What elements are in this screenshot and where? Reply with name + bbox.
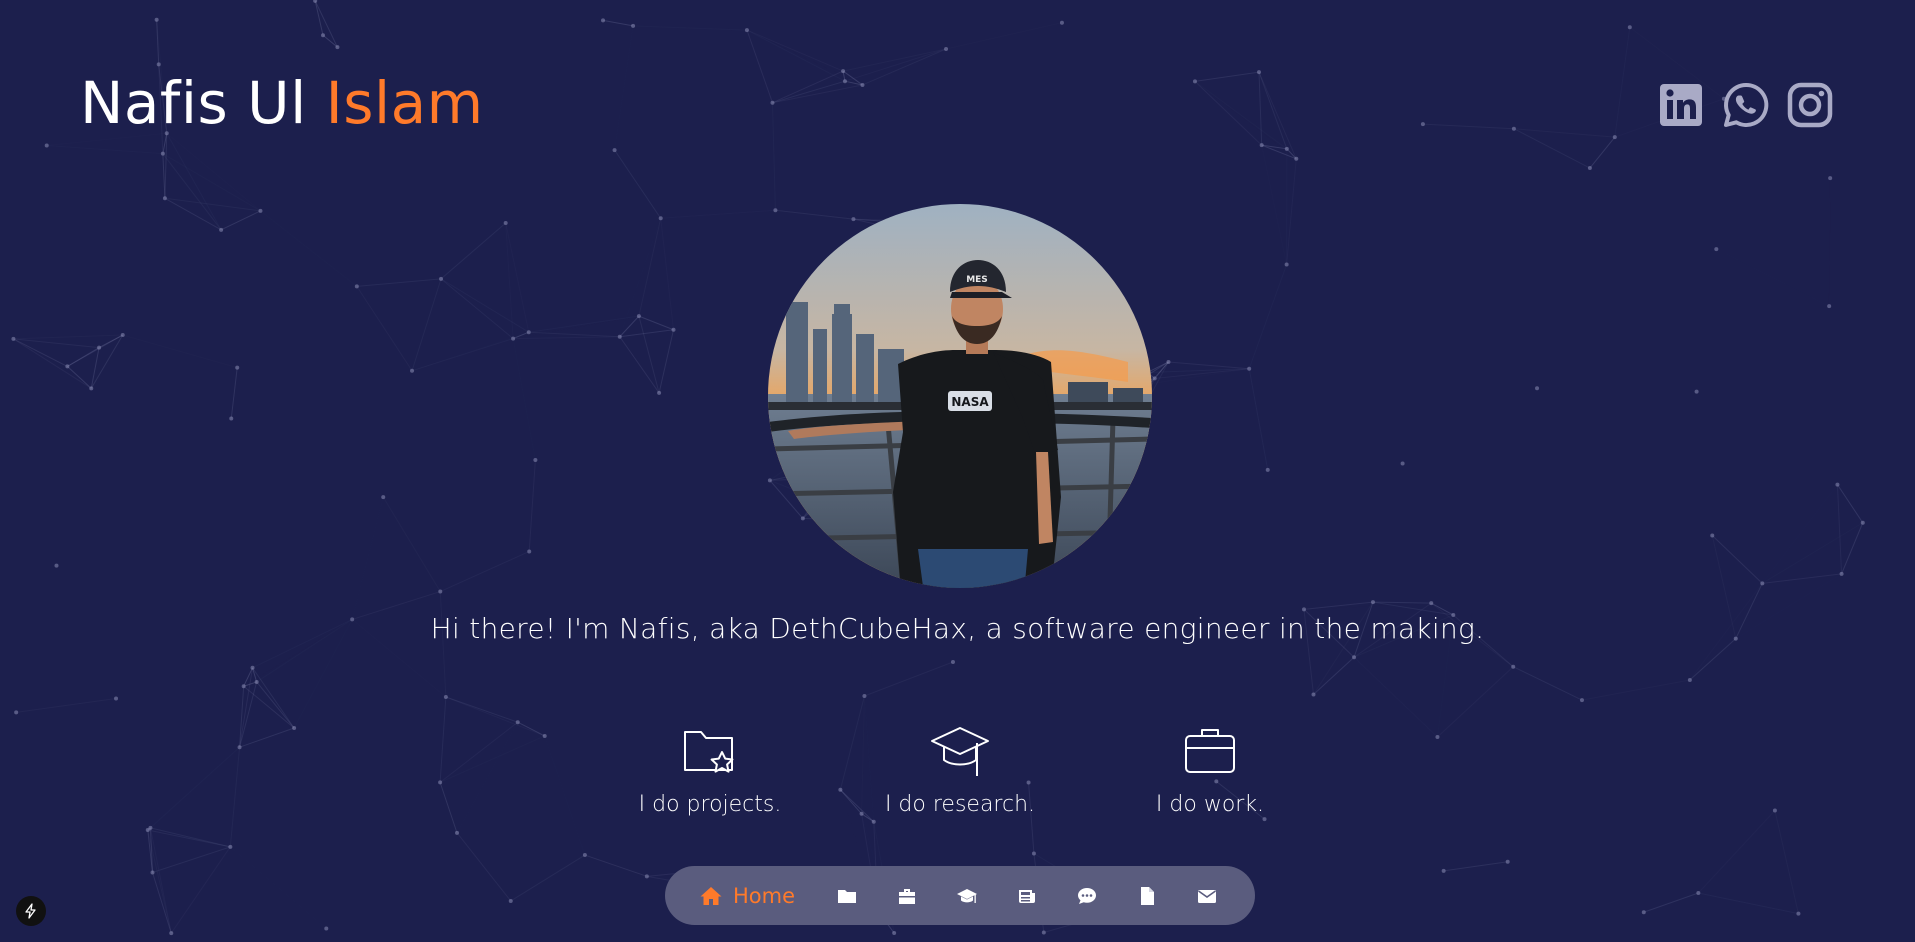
newspaper-icon: [1019, 889, 1036, 903]
intro-text: Hi there! I'm Nafis, aka DethCubeHax, a …: [430, 612, 1485, 645]
envelope-icon: [1198, 889, 1217, 903]
nav-home[interactable]: Home: [699, 884, 795, 908]
linkedin-link[interactable]: [1657, 80, 1707, 130]
feature-label: I do projects.: [638, 792, 782, 817]
instagram-link[interactable]: [1785, 80, 1835, 130]
title-first-name: Nafis Ul: [80, 69, 307, 137]
feature-research[interactable]: I do research.: [860, 722, 1060, 817]
home-icon: [700, 886, 722, 905]
title-last-name: Islam: [325, 69, 484, 137]
instagram-icon: [1787, 82, 1833, 128]
graduation-cap-icon: [931, 727, 989, 776]
feature-work[interactable]: I do work.: [1110, 722, 1310, 817]
file-icon: [1141, 886, 1155, 905]
whatsapp-icon: [1724, 82, 1769, 127]
bottom-nav: Home: [665, 866, 1255, 925]
site-title[interactable]: Nafis Ul Islam: [80, 74, 484, 132]
cap-text: MES: [966, 275, 988, 285]
nav-testimonials[interactable]: [1057, 876, 1117, 916]
nav-resume[interactable]: [1117, 876, 1177, 916]
feature-projects[interactable]: I do projects.: [610, 722, 810, 817]
nav-research[interactable]: [937, 876, 997, 916]
dev-tools-button[interactable]: [16, 896, 46, 926]
briefcase-icon: [1185, 729, 1235, 773]
social-links: [1657, 80, 1835, 130]
whatsapp-link[interactable]: [1721, 80, 1771, 130]
folder-star-icon: [684, 731, 734, 773]
nav-work[interactable]: [877, 876, 937, 916]
nav-home-label: Home: [733, 883, 796, 908]
comment-icon: [1078, 887, 1097, 904]
feature-label: I do research.: [884, 792, 1036, 817]
nav-contact[interactable]: [1177, 876, 1237, 916]
graduation-cap-icon: [957, 888, 978, 903]
shirt-text: NASA: [951, 395, 989, 409]
feature-label: I do work.: [1155, 792, 1265, 817]
lightning-icon: [25, 903, 36, 919]
nav-publications[interactable]: [997, 876, 1057, 916]
folder-icon: [838, 889, 857, 903]
briefcase-icon: [899, 888, 916, 904]
linkedin-icon: [1660, 84, 1702, 126]
profile-photo: MES NASA: [768, 204, 1152, 588]
nav-projects[interactable]: [817, 876, 877, 916]
